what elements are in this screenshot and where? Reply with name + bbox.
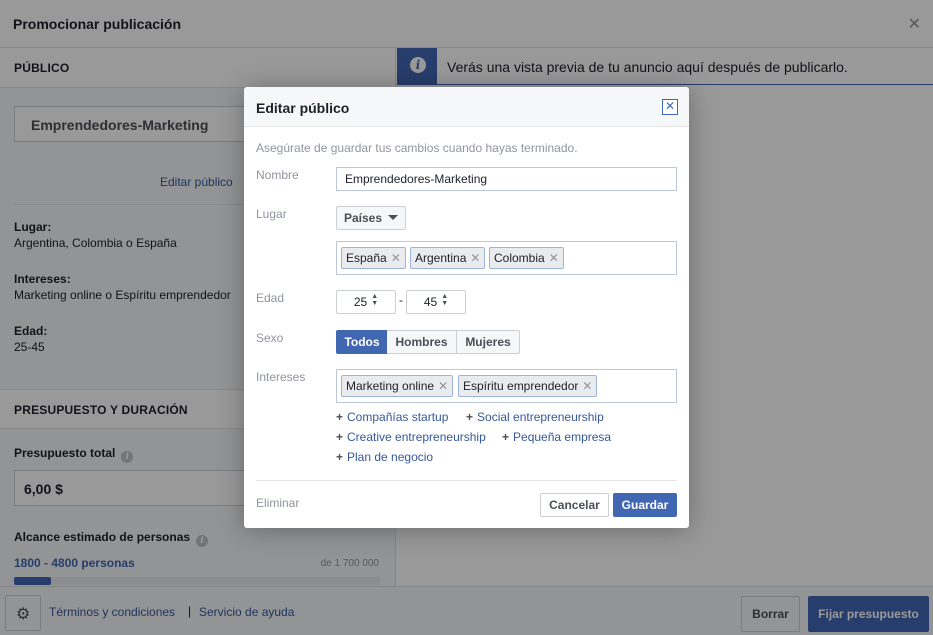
age-max-select[interactable]: 45 ▲ ▼ (406, 290, 466, 314)
remove-token-icon[interactable]: ✕ (582, 379, 592, 393)
age-min-select[interactable]: 25 ▲ ▼ (336, 290, 396, 314)
country-token: Argentina ✕ (410, 247, 486, 269)
plus-icon: + (336, 410, 344, 424)
updown-arrows-icon: ▲ ▼ (441, 293, 449, 307)
save-button[interactable]: Guardar (613, 493, 677, 517)
country-token-label: Colombia (494, 251, 545, 265)
eliminar-link[interactable]: Eliminar (256, 496, 299, 510)
suggestion-link[interactable]: + Pequeña empresa (502, 430, 611, 444)
dialog-title: Editar público (256, 100, 350, 116)
nombre-label: Nombre (256, 168, 299, 182)
sexo-label: Sexo (256, 331, 284, 345)
suggestion-link[interactable]: + Social entrepreneurship (466, 410, 604, 424)
edad-label: Edad (256, 291, 285, 305)
sexo-mujeres-button[interactable]: Mujeres (456, 330, 520, 354)
interest-token-label: Marketing online (346, 379, 435, 393)
interest-token: Marketing online ✕ (341, 375, 454, 397)
plus-icon: + (336, 430, 344, 444)
suggestion-label: Plan de negocio (347, 450, 434, 464)
remove-token-icon[interactable]: ✕ (470, 251, 480, 265)
cancel-button[interactable]: Cancelar (540, 493, 609, 517)
intereses-label: Intereses (256, 370, 306, 384)
sexo-todos-button[interactable]: Todos (336, 330, 388, 354)
interests-token-input[interactable]: Marketing online ✕ Espíritu emprendedor ✕ (336, 369, 677, 403)
close-icon[interactable]: ✕ (662, 99, 678, 115)
suggestion-link[interactable]: + Plan de negocio (336, 450, 433, 464)
lugar-type-value: Países (343, 211, 383, 225)
age-range-dash: - (399, 293, 403, 307)
suggestion-label: Pequeña empresa (513, 430, 612, 444)
nombre-input[interactable] (337, 168, 676, 190)
dialog-header: Editar público ✕ (244, 87, 689, 127)
sexo-hombres-button[interactable]: Hombres (387, 330, 457, 354)
countries-token-input[interactable]: España ✕ Argentina ✕ Colombia ✕ (336, 241, 677, 275)
country-token-label: España (346, 251, 387, 265)
suggestion-label: Creative entrepreneurship (347, 430, 486, 444)
dialog-divider (256, 480, 677, 481)
plus-icon: + (502, 430, 510, 444)
age-min-value: 25 (353, 295, 368, 309)
nombre-field[interactable] (336, 167, 677, 191)
remove-token-icon[interactable]: ✕ (438, 379, 448, 393)
dialog-subtitle: Asegúrate de guardar tus cambios cuando … (256, 141, 578, 155)
plus-icon: + (336, 450, 344, 464)
remove-token-icon[interactable]: ✕ (391, 251, 401, 265)
interest-token-label: Espíritu emprendedor (463, 379, 579, 393)
suggestion-link[interactable]: + Compañías startup (336, 410, 448, 424)
suggestion-label: Compañías startup (347, 410, 449, 424)
age-max-value: 45 (423, 295, 438, 309)
suggestion-link[interactable]: + Creative entrepreneurship (336, 430, 486, 444)
country-token-label: Argentina (415, 251, 467, 265)
updown-arrows-icon: ▲ ▼ (371, 293, 379, 307)
interest-token: Espíritu emprendedor ✕ (458, 375, 598, 397)
remove-token-icon[interactable]: ✕ (549, 251, 559, 265)
country-token: España ✕ (341, 247, 406, 269)
caret-down-icon (388, 215, 399, 220)
plus-icon: + (466, 410, 474, 424)
lugar-label: Lugar (256, 207, 287, 221)
edit-audience-dialog: Editar público ✕ Asegúrate de guardar tu… (244, 87, 689, 528)
suggestion-label: Social entrepreneurship (477, 410, 604, 424)
lugar-type-dropdown[interactable]: Países (336, 206, 406, 230)
country-token: Colombia ✕ (489, 247, 564, 269)
